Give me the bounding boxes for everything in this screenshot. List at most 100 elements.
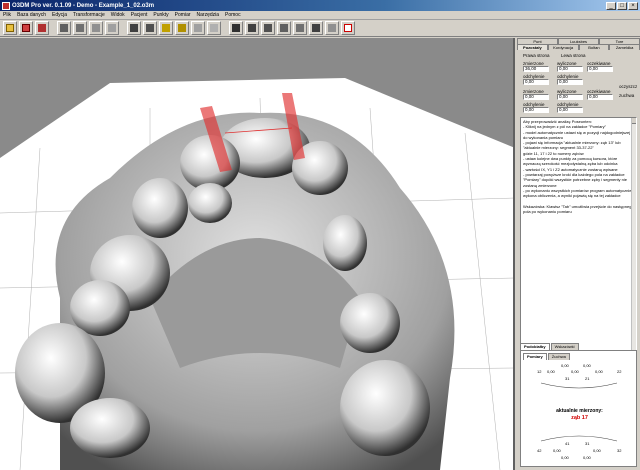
memo-scrollbar[interactable] <box>631 118 636 374</box>
list-button[interactable] <box>325 21 339 35</box>
ruler-icon <box>296 24 304 32</box>
edit-icon <box>92 24 100 32</box>
maximize-button[interactable]: □ <box>617 1 627 10</box>
measure-icon <box>108 24 116 32</box>
diff-field-1[interactable]: 0,00 <box>523 79 549 85</box>
tab-zameldka[interactable]: Zameldka <box>609 44 640 50</box>
open-icon <box>6 24 14 32</box>
window-title: O3DM Pro ver. 0.1.09 - Demo - Example_1_… <box>12 2 155 9</box>
expected-field-2[interactable]: 0,00 <box>587 94 613 100</box>
column-button[interactable] <box>277 21 291 35</box>
view-button[interactable] <box>229 21 243 35</box>
minimize-button[interactable]: _ <box>606 1 616 10</box>
menu-points[interactable]: Punkty <box>153 12 168 18</box>
tool-icon <box>76 24 84 32</box>
title-bar: O3DM Pro ver. 0.1.09 - Demo - Example_1_… <box>0 0 640 11</box>
print-icon <box>38 24 46 32</box>
menu-edit[interactable]: Edycja <box>52 12 67 18</box>
upper-value-d[interactable]: 0,00 <box>571 369 579 374</box>
upper-value-e[interactable]: 0,00 <box>595 369 603 374</box>
chart-icon <box>312 24 320 32</box>
3d-viewport[interactable] <box>0 38 515 470</box>
upper-value-c[interactable]: 0,00 <box>547 369 555 374</box>
edit-button[interactable] <box>89 21 103 35</box>
model-button[interactable] <box>143 21 157 35</box>
chart-button[interactable] <box>309 21 323 35</box>
menu-database[interactable]: Baza danych <box>17 12 46 18</box>
dice-icon <box>344 24 352 32</box>
open-button[interactable] <box>3 21 17 35</box>
transform-button[interactable] <box>261 21 275 35</box>
dental-model-render <box>0 38 513 470</box>
tooth-32-label: 32 <box>617 448 622 453</box>
tab-wskazowki[interactable]: Wskazówki <box>550 343 579 350</box>
diff-field-2[interactable]: 0,00 <box>557 79 583 85</box>
left-side-label: Lewa strona <box>561 53 586 58</box>
calculated-field-2[interactable]: 0,00 <box>557 94 583 100</box>
tab-zuchwa[interactable]: Żuchwa <box>547 353 570 360</box>
upper-value-a[interactable]: 0,00 <box>561 363 569 368</box>
frame-icon <box>178 24 186 32</box>
upper-value-b[interactable]: 0,00 <box>583 363 591 368</box>
tab-boltan[interactable]: Boltan <box>578 44 610 50</box>
ruler-button[interactable] <box>293 21 307 35</box>
menu-bar: Plik Baza danych Edycja Transformacje Wi… <box>0 11 640 20</box>
lower-arch-line <box>540 435 618 442</box>
current-measure-value: ząb 17 <box>571 415 588 421</box>
grid-icon <box>130 24 138 32</box>
menu-patient[interactable]: Pacjent <box>131 12 148 18</box>
expected-field-1[interactable]: 0,00 <box>587 66 613 72</box>
tab-pozostaly[interactable]: Pozostały <box>517 44 548 50</box>
grid-button[interactable] <box>127 21 141 35</box>
upper-arch-line <box>540 382 618 389</box>
lower-value-c[interactable]: 0,00 <box>561 455 569 460</box>
current-measure-label: aktualnie mierzony: <box>556 408 603 414</box>
measurement-diagram: Pomiary Żuchwa 0,00 0,00 12 0,00 0,00 0,… <box>520 350 637 467</box>
tab-kordynacja[interactable]: Kordynacja <box>547 44 579 50</box>
tooth-41-label: 41 <box>565 441 570 446</box>
sub-tabs: Podobiałby Wskazówki <box>520 343 579 350</box>
tool-button[interactable] <box>73 21 87 35</box>
measure-button[interactable] <box>105 21 119 35</box>
mesh-icon <box>60 24 68 32</box>
upper-jaw-label: oczyszcz <box>619 84 638 89</box>
menu-file[interactable]: Plik <box>3 12 11 18</box>
menu-measure[interactable]: Pomiar <box>175 12 191 18</box>
tab-pomiary[interactable]: Pomiary <box>523 353 547 360</box>
tooth-42-label: 42 <box>537 448 542 453</box>
dice-button[interactable] <box>341 21 355 35</box>
measured-field-1[interactable]: 36,00 <box>523 66 549 72</box>
side-panel: Punt Luuksbes Tore Pozostały Kordynacja … <box>517 38 640 470</box>
close-button[interactable]: × <box>628 1 638 10</box>
tooth-31-label: 31 <box>585 441 590 446</box>
calculated-field-1[interactable]: 0,00 <box>557 66 583 72</box>
diff-field-3[interactable]: 0,00 <box>523 107 549 113</box>
instructions-memo[interactable]: Aby przeprowadzić analizę Poseunten: - K… <box>520 117 637 375</box>
menu-help[interactable]: Pomoc <box>225 12 241 18</box>
lower-value-b[interactable]: 0,00 <box>593 448 601 453</box>
toolbar <box>0 20 640 37</box>
view-icon <box>232 24 240 32</box>
lower-jaw-label: zuchwa <box>619 93 635 98</box>
menu-tools[interactable]: Narzędzia <box>197 12 220 18</box>
frame-button[interactable] <box>175 21 189 35</box>
model2-button[interactable] <box>159 21 173 35</box>
lower-value-d[interactable]: 0,00 <box>583 455 591 460</box>
mesh-button[interactable] <box>57 21 71 35</box>
print-button[interactable] <box>35 21 49 35</box>
save-icon <box>22 24 30 32</box>
save-button[interactable] <box>19 21 33 35</box>
frame2-button[interactable] <box>191 21 205 35</box>
tooth-22-label: 22 <box>617 369 622 374</box>
layout-button[interactable] <box>245 21 259 35</box>
undo-button[interactable] <box>207 21 221 35</box>
second-tabs: Pozostały Kordynacja Boltan Zameldka <box>517 44 640 50</box>
diff-field-4[interactable]: 0,00 <box>557 107 583 113</box>
lower-value-a[interactable]: 0,00 <box>553 448 561 453</box>
tooth-12-label: 12 <box>537 369 542 374</box>
menu-transform[interactable]: Transformacje <box>73 12 105 18</box>
measured-field-2[interactable]: 0,00 <box>523 94 549 100</box>
undo-icon <box>210 24 218 32</box>
menu-view[interactable]: Widok <box>111 12 125 18</box>
tab-podobialby[interactable]: Podobiałby <box>520 343 550 350</box>
